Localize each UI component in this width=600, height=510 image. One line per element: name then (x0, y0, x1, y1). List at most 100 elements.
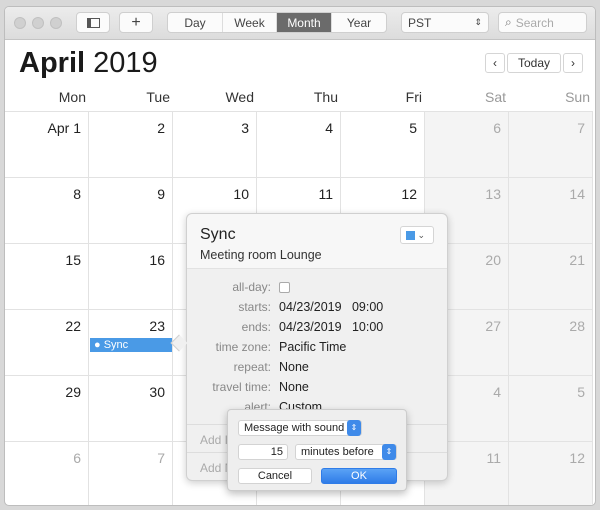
calendar-event-sync[interactable]: ● Sync (90, 338, 172, 352)
field-value[interactable]: 04/23/2019 10:00 (279, 320, 383, 334)
day-number: 12 (569, 450, 585, 466)
day-number: 14 (569, 186, 585, 202)
day-number: 27 (485, 318, 501, 334)
alert-type-select[interactable]: Message with sound ⇕ (238, 420, 362, 436)
day-number: 16 (149, 252, 165, 268)
day-number: 13 (485, 186, 501, 202)
day-cell[interactable]: 2 (89, 111, 173, 177)
today-button[interactable]: Today (507, 53, 561, 73)
day-number: 15 (65, 252, 81, 268)
day-cell[interactable]: 4 (257, 111, 341, 177)
close-button[interactable] (14, 17, 26, 29)
search-input[interactable]: ⌕ Search (498, 12, 587, 33)
day-cell[interactable]: 16 (89, 243, 173, 309)
minimize-button[interactable] (32, 17, 44, 29)
day-cell[interactable]: 28 (509, 309, 593, 375)
view-switcher: Day Week Month Year (167, 12, 387, 33)
event-title: Sync (103, 339, 129, 351)
tab-month[interactable]: Month (277, 13, 332, 32)
day-cell[interactable]: 30 (89, 375, 173, 441)
day-cell[interactable]: 22 (5, 309, 89, 375)
alert-type-value: Message with sound (244, 422, 345, 434)
month-label: April (19, 47, 86, 79)
day-cell[interactable]: 5 (509, 375, 593, 441)
custom-alert-sheet: Message with sound ⇕ 15 minutes before ⇕ C… (227, 409, 407, 491)
timezone-select[interactable]: PST ⇕ (401, 12, 489, 33)
weekday-header: Mon (58, 89, 86, 105)
day-number: 23 (149, 318, 165, 334)
ok-button[interactable]: OK (321, 468, 397, 484)
cancel-button[interactable]: Cancel (238, 468, 312, 484)
field-value[interactable]: None (279, 360, 309, 374)
day-number: 3 (241, 120, 249, 136)
updown-icon: ⇕ (347, 420, 361, 436)
search-icon: ⌕ (505, 15, 512, 29)
field-label: travel time: (212, 380, 271, 394)
toolbar: + Day Week Month Year PST ⇕ ⌕ Search (5, 7, 595, 40)
day-number: 7 (157, 450, 165, 466)
day-cell[interactable]: 29 (5, 375, 89, 441)
event-location-field[interactable]: Meeting room Lounge (200, 248, 322, 262)
day-cell[interactable]: 12 (509, 441, 593, 505)
tab-year[interactable]: Year (332, 13, 386, 32)
next-month-button[interactable]: › (563, 53, 583, 73)
day-number: 12 (401, 186, 417, 202)
day-number: 4 (325, 120, 333, 136)
day-number: 4 (493, 384, 501, 400)
field-label: time zone: (215, 340, 271, 354)
year-label: 2019 (93, 47, 158, 79)
weekday-header: Wed (225, 89, 254, 105)
previous-month-button[interactable]: ‹ (485, 53, 505, 73)
weekday-header: Tue (146, 89, 170, 105)
day-cell[interactable]: Apr 1 (5, 111, 89, 177)
day-number: 7 (577, 120, 585, 136)
day-number: 9 (157, 186, 165, 202)
all-day-checkbox[interactable] (279, 282, 290, 293)
day-cell[interactable]: 9 (89, 177, 173, 243)
alert-amount-input[interactable]: 15 (238, 444, 288, 460)
day-cell[interactable]: 7 (509, 111, 593, 177)
field-label: repeat: (233, 360, 271, 374)
day-number: 28 (569, 318, 585, 334)
weekday-header: Sat (484, 89, 506, 105)
calendar-window: + Day Week Month Year PST ⇕ ⌕ Search April… (4, 6, 596, 506)
day-number: 5 (577, 384, 585, 400)
calendar-color-picker[interactable]: ⌄ (400, 226, 434, 244)
day-number: 20 (485, 252, 501, 268)
field-value[interactable]: Pacific Time (279, 340, 346, 354)
day-cell[interactable]: 3 (173, 111, 257, 177)
page-title: April 2019 (19, 47, 158, 80)
sidebar-toggle-button[interactable] (76, 12, 110, 33)
day-cell[interactable]: 6 (5, 441, 89, 505)
weekday-header: Fri (405, 89, 422, 105)
sidebar-icon (86, 17, 100, 28)
field-label: starts: (238, 300, 271, 314)
field-value[interactable]: 04/23/2019 09:00 (279, 300, 383, 314)
color-swatch-icon (406, 231, 415, 241)
day-cell[interactable]: 15 (5, 243, 89, 309)
event-title-field[interactable]: Sync (200, 226, 236, 244)
tab-day[interactable]: Day (168, 13, 223, 32)
day-number: 21 (569, 252, 585, 268)
zoom-button[interactable] (50, 17, 62, 29)
day-cell[interactable]: 8 (5, 177, 89, 243)
updown-icon: ⇕ (474, 17, 482, 27)
day-cell[interactable]: 5 (341, 111, 425, 177)
day-cell[interactable]: 7 (89, 441, 173, 505)
day-number: 6 (73, 450, 81, 466)
day-number: 5 (409, 120, 417, 136)
day-cell[interactable]: 21 (509, 243, 593, 309)
tab-week[interactable]: Week (223, 13, 277, 32)
weekday-header: Thu (313, 89, 338, 105)
field-value[interactable]: None (279, 380, 309, 394)
add-event-button[interactable]: + (119, 12, 153, 33)
weekday-header: Sun (565, 89, 590, 105)
day-cell[interactable]: 6 (425, 111, 509, 177)
day-number: 11 (486, 450, 501, 466)
alert-unit-select[interactable]: minutes before ⇕ (295, 444, 397, 460)
day-number: 10 (233, 186, 249, 202)
field-label: ends: (241, 320, 271, 334)
day-number: 29 (65, 384, 81, 400)
day-cell[interactable]: 14 (509, 177, 593, 243)
day-number: 8 (73, 186, 81, 202)
